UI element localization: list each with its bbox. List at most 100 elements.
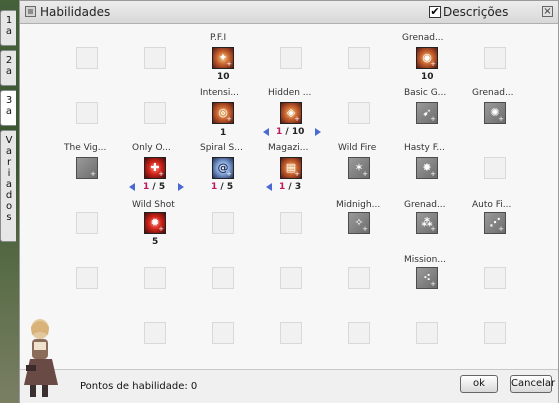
hidden-card-icon[interactable]: ◈ + [280,102,302,124]
ok-button[interactable]: ok [460,375,498,393]
grenade-dropping-icon[interactable]: ⁂ + [416,212,438,234]
skill-label-only-one: Only O... [132,143,171,153]
tab-2a[interactable]: 2a [0,50,16,86]
skill-label-hasty: Hasty F... [404,143,446,153]
decrease-level-only-one[interactable] [129,183,135,191]
tab-3a-label: 3a [3,95,15,117]
empty-slot [484,267,506,289]
tab-2a-label: 2a [3,55,15,77]
skill-label-pfi: P.F.I [210,33,227,43]
skill-points-label: Pontos de habilidade: 0 [80,381,198,392]
skill-grid: P.F.I ✦ + 10 Grenad... ◉ + 10 Intensi... ◎… [20,23,558,368]
window-titlebar[interactable]: Habilidades ✔ Descrições × [20,1,558,24]
tab-variados[interactable]: Variados [0,130,16,242]
auto-firing-icon[interactable]: ⋰ + [484,212,506,234]
grenade-fragment-icon[interactable]: ✺ + [484,102,506,124]
empty-slot [348,47,370,69]
skill-label-grenade-r4: Grenad... [404,200,446,210]
wild-fire-icon[interactable]: ✶ + [348,157,370,179]
empty-slot [280,267,302,289]
skill-level-magazine: 1 / 3 [279,182,302,192]
empty-slot [144,322,166,344]
skill-label-wild-shot: Wild Shot [132,200,175,210]
empty-slot [348,267,370,289]
skill-label-grenade-top: Grenad... [402,33,444,43]
intensive-aim-icon[interactable]: ◎ + [212,102,234,124]
empty-slot [144,102,166,124]
spiral-shooting-icon[interactable]: @ + [212,157,234,179]
empty-slot [76,267,98,289]
midnight-fallen-icon[interactable]: ✧ + [348,212,370,234]
skill-label-auto-fi: Auto Fi... [472,200,512,210]
empty-slot [212,212,234,234]
skill-label-mission: Mission... [404,255,446,265]
skill-max-hidden: 10 [291,127,305,137]
empty-slot [212,322,234,344]
tab-3a[interactable]: 3a [0,90,16,126]
empty-slot [76,47,98,69]
basic-grenade-icon[interactable]: ➹ + [416,102,438,124]
vigilante-icon[interactable]: + [76,157,98,179]
empty-slot [76,212,98,234]
skill-current-magazine: 1 [279,182,286,192]
hasty-fire-icon[interactable]: ✸ + [416,157,438,179]
increase-level-only-one[interactable] [178,183,184,191]
skill-level-only-one: 1 / 5 [143,182,166,192]
skill-max-only-one: 5 [158,182,166,192]
skill-current-hidden: 1 [276,127,283,137]
tab-variados-label: Variados [3,135,15,223]
decrease-level-hidden[interactable] [263,128,269,136]
skill-level-hidden: 1 / 10 [276,127,305,137]
close-icon[interactable]: × [542,6,553,17]
empty-slot [348,322,370,344]
skill-level-wild-shot: 5 [152,237,159,247]
skill-label-hidden: Hidden ... [268,88,312,98]
magazine-icon[interactable]: ▤ + [280,157,302,179]
skill-level-grenade-top: 10 [421,72,434,82]
empty-slot [416,322,438,344]
empty-slot [484,322,506,344]
skill-current-spiral: 1 [211,182,218,192]
wild-shot-icon[interactable]: ✹ + [144,212,166,234]
skill-current-only-one: 1 [143,182,150,192]
skill-level-pfi: 10 [217,72,230,82]
empty-slot [76,102,98,124]
empty-slot [212,267,234,289]
empty-slot [348,102,370,124]
empty-slot [280,212,302,234]
skill-max-magazine: 3 [294,182,302,192]
skill-max-spiral: 5 [226,182,234,192]
mission-bombard-icon[interactable]: ⁖ + [416,267,438,289]
empty-slot [484,47,506,69]
descriptions-checkbox[interactable]: ✔ [429,6,441,18]
only-one-bullet-icon[interactable]: ✚ + [144,157,166,179]
empty-slot [280,322,302,344]
tab-1a-label: 1a [3,15,15,37]
skill-level-intensive: 1 [220,128,227,138]
empty-slot [484,157,506,179]
descriptions-label: Descrições [443,5,509,19]
skill-label-grenade-r2: Grenad... [472,88,514,98]
window-footer: Pontos de habilidade: 0 ok Cancelar [20,369,558,403]
window-menu-icon[interactable] [25,6,36,17]
window-title: Habilidades [40,5,111,19]
cancel-button[interactable]: Cancelar [510,375,555,393]
skill-label-spiral: Spiral S... [200,143,243,153]
increase-level-hidden[interactable] [315,128,321,136]
empty-slot [280,47,302,69]
skill-label-wild-fire: Wild Fire [338,143,377,153]
skill-label-magazine: Magazi... [268,143,309,153]
tab-1a[interactable]: 1a [0,10,16,46]
skill-label-basic-g: Basic G... [404,88,447,98]
skill-label-midnight: Midnigh... [336,200,381,210]
empty-slot [144,267,166,289]
skill-level-spiral: 1 / 5 [211,182,234,192]
skill-label-intensive: Intensi... [200,88,239,98]
decrease-level-magazine[interactable] [266,183,272,191]
skills-window: Habilidades ✔ Descrições × P.F.I ✦ + 10 … [19,0,559,403]
pfi-icon[interactable]: ✦ + [212,47,234,69]
character-avatar [24,319,58,397]
empty-slot [144,47,166,69]
skill-label-vigilante: The Vig... [64,143,107,153]
grenade-icon[interactable]: ◉ + [416,47,438,69]
